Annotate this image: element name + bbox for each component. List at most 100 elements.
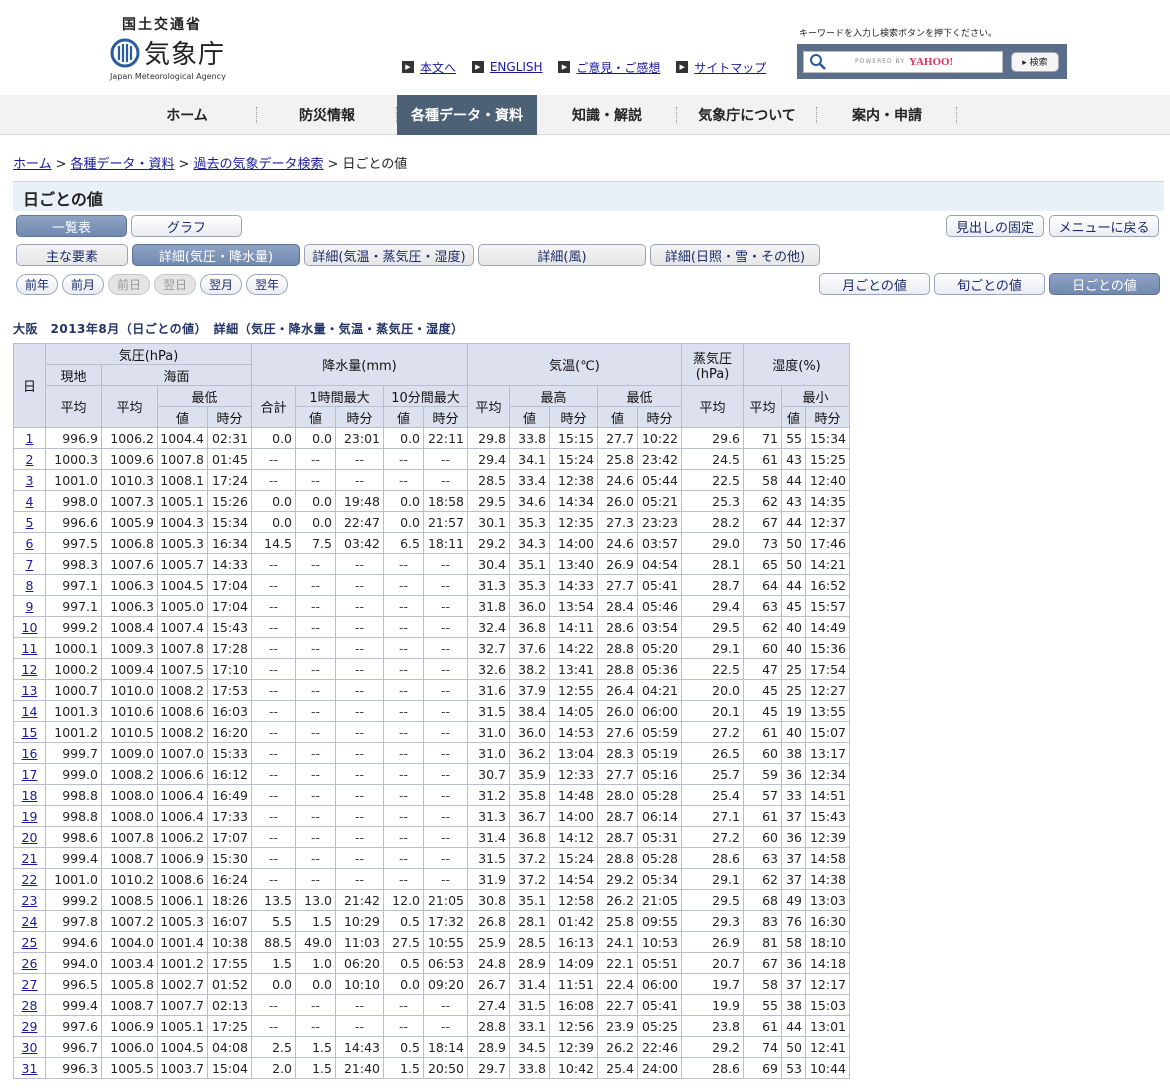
table-cell: 14:05 (549, 700, 598, 722)
next-year-button[interactable]: 翌年 (246, 274, 288, 295)
next-month-button[interactable]: 翌月 (200, 274, 242, 295)
day-link[interactable]: 23 (22, 893, 38, 908)
table-cell: 13:17 (805, 742, 850, 764)
table-cell: -- (335, 1015, 384, 1037)
day-link[interactable]: 30 (22, 1040, 38, 1055)
table-cell: 1005.8 (101, 973, 158, 995)
day-link[interactable]: 12 (22, 662, 38, 677)
day-link[interactable]: 4 (26, 494, 34, 509)
table-cell: 29.7 (467, 1057, 510, 1079)
element-sunshine-snow-button[interactable]: 詳細(日照・雪・その他) (650, 244, 820, 266)
day-link[interactable]: 22 (22, 872, 38, 887)
view-graph-button[interactable]: グラフ (131, 215, 242, 237)
day-link[interactable]: 5 (26, 515, 34, 530)
jma-logo[interactable]: 国土交通省 気象庁 Japan Meteorological Agency (108, 12, 248, 84)
table-cell: -- (251, 784, 296, 806)
table-cell: 27.4 (467, 994, 510, 1016)
site-search: キーワードを入力し検索ボタンを押下ください。 POWERED BY YAHOO!… (797, 26, 1069, 79)
table-cell: 24.6 (597, 469, 638, 491)
table-cell: 1006.3 (101, 574, 158, 596)
daily-values-button[interactable]: 日ごとの値 (1049, 273, 1160, 295)
table-cell: 1.5 (383, 1057, 424, 1079)
nav-disaster-info[interactable]: 防災情報 (257, 95, 397, 135)
link-english[interactable]: ENGLISH (490, 60, 543, 74)
table-row: 1 996.9 1006.2 1004.4 02:31 0.0 0.0 23:01 0.0 22:… (13, 427, 850, 449)
table-cell: 30.1 (467, 511, 510, 533)
day-link[interactable]: 20 (22, 830, 38, 845)
day-cell: 12 (13, 658, 46, 680)
prev-month-button[interactable]: 前月 (62, 274, 104, 295)
table-cell: 12:37 (805, 511, 850, 533)
day-link[interactable]: 25 (22, 935, 38, 950)
day-link[interactable]: 18 (22, 788, 38, 803)
table-cell: 13.5 (251, 889, 296, 911)
breadcrumb-data[interactable]: 各種データ・資料 (71, 157, 175, 172)
link-feedback[interactable]: ご意見・ご感想 (576, 59, 660, 76)
table-cell: 26.4 (597, 679, 638, 701)
element-pressure-precip-button[interactable]: 詳細(気圧・降水量) (132, 244, 300, 266)
table-cell: 32.6 (467, 658, 510, 680)
day-link[interactable]: 2 (26, 452, 34, 467)
nav-about[interactable]: 気象庁について (677, 95, 817, 135)
table-cell: 04:21 (637, 679, 682, 701)
table-cell: 21:05 (637, 889, 682, 911)
nav-data-resources[interactable]: 各種データ・資料 (397, 95, 537, 135)
day-link[interactable]: 14 (22, 704, 38, 719)
day-link[interactable]: 13 (22, 683, 38, 698)
day-link[interactable]: 24 (22, 914, 38, 929)
day-link[interactable]: 9 (26, 599, 34, 614)
day-link[interactable]: 17 (22, 767, 38, 782)
day-cell: 8 (13, 574, 46, 596)
back-to-menu-button[interactable]: メニューに戻る (1049, 215, 1159, 237)
table-cell: 16:20 (207, 721, 252, 743)
search-input[interactable]: POWERED BY YAHOO! (803, 50, 1003, 73)
table-cell: -- (423, 637, 468, 659)
day-link[interactable]: 28 (22, 998, 38, 1013)
day-link[interactable]: 21 (22, 851, 38, 866)
day-link[interactable]: 10 (22, 620, 38, 635)
table-cell: 21:42 (335, 889, 384, 911)
search-button[interactable]: ▸ 検索 (1011, 51, 1059, 72)
nav-guide[interactable]: 案内・申請 (817, 95, 957, 135)
fix-header-button[interactable]: 見出しの固定 (946, 215, 1044, 237)
day-link[interactable]: 19 (22, 809, 38, 824)
dekad-values-button[interactable]: 旬ごとの値 (934, 273, 1045, 295)
view-table-button[interactable]: 一覧表 (16, 215, 127, 237)
table-cell: 7.5 (295, 532, 336, 554)
day-link[interactable]: 11 (22, 641, 38, 656)
link-main-content[interactable]: 本文へ (420, 59, 456, 76)
day-link[interactable]: 29 (22, 1019, 38, 1034)
day-link[interactable]: 26 (22, 956, 38, 971)
link-sitemap[interactable]: サイトマップ (694, 59, 766, 76)
day-link[interactable]: 16 (22, 746, 38, 761)
table-cell: -- (423, 784, 468, 806)
day-link[interactable]: 3 (26, 473, 34, 488)
day-link[interactable]: 8 (26, 578, 34, 593)
table-cell: 10:55 (423, 931, 468, 953)
table-cell: 14:09 (549, 952, 598, 974)
table-cell: 12:38 (549, 469, 598, 491)
day-link[interactable]: 7 (26, 557, 34, 572)
element-temp-vapor-humidity-button[interactable]: 詳細(気温・蒸気圧・湿度) (304, 244, 474, 266)
table-cell: 28.0 (597, 784, 638, 806)
table-cell: 31.5 (467, 700, 510, 722)
table-cell: 1000.3 (45, 448, 102, 470)
nav-home[interactable]: ホーム (117, 95, 257, 135)
table-cell: 2.5 (251, 1036, 296, 1058)
breadcrumb-search[interactable]: 過去の気象データ検索 (193, 157, 323, 172)
prev-year-button[interactable]: 前年 (16, 274, 58, 295)
breadcrumb-home[interactable]: ホーム (13, 157, 52, 172)
element-main-button[interactable]: 主な要素 (16, 244, 128, 266)
day-link[interactable]: 1 (26, 431, 34, 446)
table-cell: -- (251, 595, 296, 617)
table-cell: 37.9 (509, 679, 550, 701)
day-link[interactable]: 6 (26, 536, 34, 551)
monthly-values-button[interactable]: 月ごとの値 (819, 273, 930, 295)
table-cell: 14:48 (549, 784, 598, 806)
table-cell: 12:56 (549, 1015, 598, 1037)
element-wind-button[interactable]: 詳細(風) (478, 244, 646, 266)
day-link[interactable]: 15 (22, 725, 38, 740)
nav-knowledge[interactable]: 知識・解説 (537, 95, 677, 135)
day-link[interactable]: 31 (22, 1061, 38, 1076)
day-link[interactable]: 27 (22, 977, 38, 992)
